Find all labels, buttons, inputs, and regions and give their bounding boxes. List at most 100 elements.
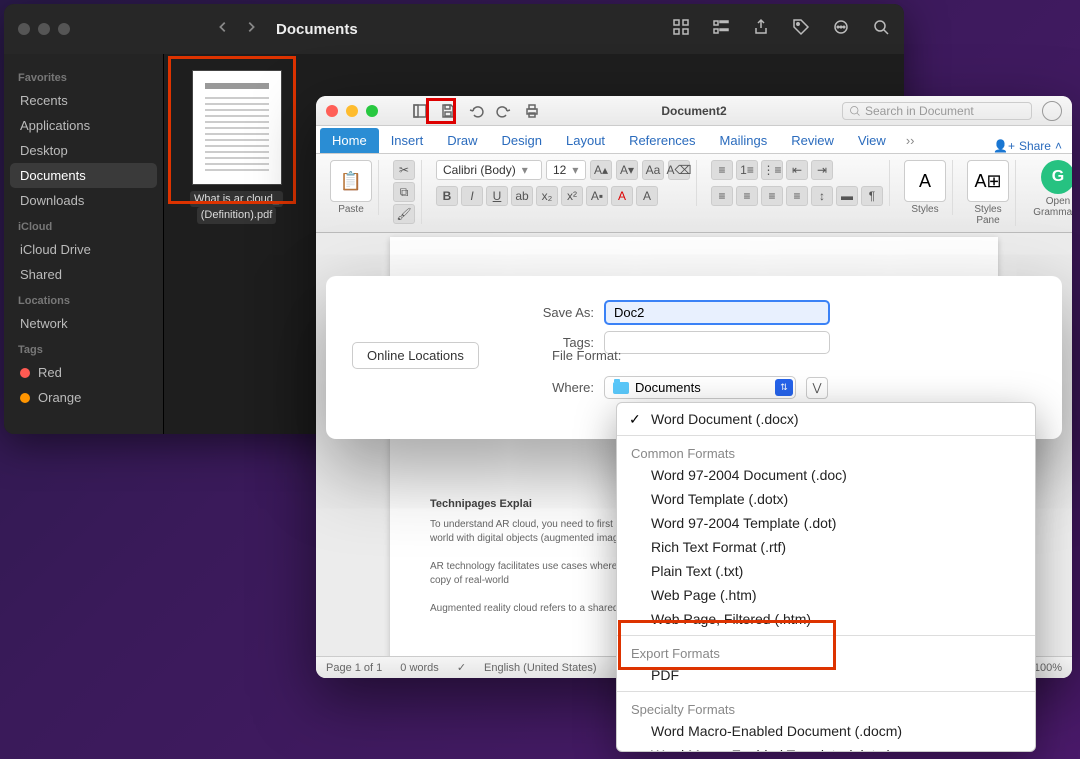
expand-dialog-button[interactable]: ⋁ (806, 377, 828, 399)
format-option-docx[interactable]: Word Document (.docx) (617, 407, 1035, 431)
tag-icon[interactable] (792, 18, 810, 41)
where-select[interactable]: Documents ⇅ (604, 376, 796, 399)
format-option[interactable]: Word 97-2004 Document (.doc) (617, 463, 1035, 487)
sidebar-item-recents[interactable]: Recents (10, 88, 157, 113)
shading-button[interactable]: ▬ (836, 186, 858, 206)
clear-formatting-button[interactable]: A⌫ (668, 160, 690, 180)
zoom-icon[interactable] (366, 105, 378, 117)
bullets-button[interactable]: ≡ (711, 160, 733, 180)
minimize-icon[interactable] (346, 105, 358, 117)
sidebar-item-shared[interactable]: Shared (10, 262, 157, 287)
status-words[interactable]: 0 words (400, 662, 439, 674)
sidebar-item-documents[interactable]: Documents (10, 163, 157, 188)
tab-mailings[interactable]: Mailings (708, 128, 780, 153)
format-option-pdf[interactable]: PDF (617, 663, 1035, 687)
show-marks-button[interactable]: ¶ (861, 186, 883, 206)
format-option[interactable]: Word Template (.dotx) (617, 487, 1035, 511)
status-language[interactable]: English (United States) (484, 662, 597, 674)
paste-button[interactable]: 📋 (330, 160, 372, 202)
online-locations-button[interactable]: Online Locations (352, 342, 479, 369)
shrink-font-button[interactable]: A▾ (616, 160, 638, 180)
superscript-button[interactable]: x² (561, 186, 583, 206)
italic-button[interactable]: I (461, 186, 483, 206)
format-option[interactable]: Rich Text Format (.rtf) (617, 535, 1035, 559)
traffic-lights[interactable] (326, 105, 378, 117)
file-item[interactable]: What is ar cloud_ (Definition).pdf (174, 70, 299, 224)
close-icon[interactable] (18, 23, 30, 35)
format-option[interactable]: Word 97-2004 Template (.dot) (617, 511, 1035, 535)
group-icon[interactable] (712, 18, 730, 41)
font-color-button[interactable]: A (611, 186, 633, 206)
sidebar-item-applications[interactable]: Applications (10, 113, 157, 138)
styles-pane-button[interactable]: A⊞ (967, 160, 1009, 202)
tags-input[interactable] (604, 331, 830, 354)
traffic-lights[interactable] (18, 23, 70, 35)
view-grid-icon[interactable] (672, 18, 690, 41)
increase-indent-button[interactable]: ⇥ (811, 160, 833, 180)
home-view-button[interactable] (408, 100, 432, 122)
status-page[interactable]: Page 1 of 1 (326, 662, 382, 674)
redo-button[interactable] (492, 100, 516, 122)
zoom-icon[interactable] (58, 23, 70, 35)
copy-button[interactable]: ⧉ (393, 182, 415, 202)
format-option[interactable]: Plain Text (.txt) (617, 559, 1035, 583)
tab-home[interactable]: Home (320, 128, 379, 153)
line-spacing-button[interactable]: ↕ (811, 186, 833, 206)
decrease-indent-button[interactable]: ⇤ (786, 160, 808, 180)
numbering-button[interactable]: 1≡ (736, 160, 758, 180)
action-icon[interactable] (832, 18, 850, 41)
tab-layout[interactable]: Layout (554, 128, 617, 153)
change-case-button[interactable]: Aa (642, 160, 664, 180)
format-option[interactable]: Word Macro-Enabled Document (.docm) (617, 719, 1035, 743)
format-option[interactable]: Web Page (.htm) (617, 583, 1035, 607)
grammarly-button[interactable]: G (1041, 160, 1072, 194)
tab-design[interactable]: Design (490, 128, 554, 153)
font-name-select[interactable]: Calibri (Body)▾ (436, 160, 542, 180)
bold-button[interactable]: B (436, 186, 458, 206)
sidebar-item-desktop[interactable]: Desktop (10, 138, 157, 163)
align-left-button[interactable]: ≡ (711, 186, 733, 206)
multilevel-list-button[interactable]: ⋮≡ (761, 160, 783, 180)
format-painter-button[interactable]: 🖌 (393, 204, 415, 224)
search-field[interactable]: Search in Document (842, 102, 1032, 120)
tab-draw[interactable]: Draw (435, 128, 489, 153)
print-button[interactable] (520, 100, 544, 122)
sidebar-item-downloads[interactable]: Downloads (10, 188, 157, 213)
forward-button[interactable] (244, 18, 258, 41)
status-zoom[interactable]: 100% (1034, 662, 1062, 674)
format-option[interactable]: Web Page, Filtered (.htm) (617, 607, 1035, 631)
share-button[interactable]: 👤+ Share ˄ (993, 139, 1062, 153)
sidebar-item-network[interactable]: Network (10, 311, 157, 336)
search-icon[interactable] (872, 18, 890, 41)
sidebar-item-icloud-drive[interactable]: iCloud Drive (10, 237, 157, 262)
text-highlight-button[interactable]: A▪ (586, 186, 608, 206)
justify-button[interactable]: ≡ (786, 186, 808, 206)
align-center-button[interactable]: ≡ (736, 186, 758, 206)
strikethrough-button[interactable]: ab (511, 186, 533, 206)
close-icon[interactable] (326, 105, 338, 117)
save-as-input[interactable] (604, 300, 830, 325)
save-button[interactable] (436, 100, 460, 122)
more-tabs-icon[interactable]: ›› (898, 128, 923, 153)
cut-button[interactable]: ✂ (393, 160, 415, 180)
tab-references[interactable]: References (617, 128, 707, 153)
back-button[interactable] (216, 18, 230, 41)
format-option[interactable]: Word Macro-Enabled Template (.dotm) (617, 743, 1035, 752)
undo-button[interactable] (464, 100, 488, 122)
sidebar-tag-red[interactable]: Red (10, 360, 157, 385)
minimize-icon[interactable] (38, 23, 50, 35)
subscript-button[interactable]: x₂ (536, 186, 558, 206)
underline-button[interactable]: U (486, 186, 508, 206)
tab-insert[interactable]: Insert (379, 128, 436, 153)
text-effects-button[interactable]: A (636, 186, 658, 206)
tab-view[interactable]: View (846, 128, 898, 153)
align-right-button[interactable]: ≡ (761, 186, 783, 206)
font-size-select[interactable]: 12▾ (546, 160, 586, 180)
sidebar-tag-orange[interactable]: Orange (10, 385, 157, 410)
status-spellcheck-icon[interactable]: ✓ (457, 661, 466, 674)
styles-button[interactable]: A (904, 160, 946, 202)
tab-review[interactable]: Review (779, 128, 846, 153)
share-icon[interactable] (752, 18, 770, 41)
grow-font-button[interactable]: A▴ (590, 160, 612, 180)
feedback-icon[interactable] (1042, 101, 1062, 121)
